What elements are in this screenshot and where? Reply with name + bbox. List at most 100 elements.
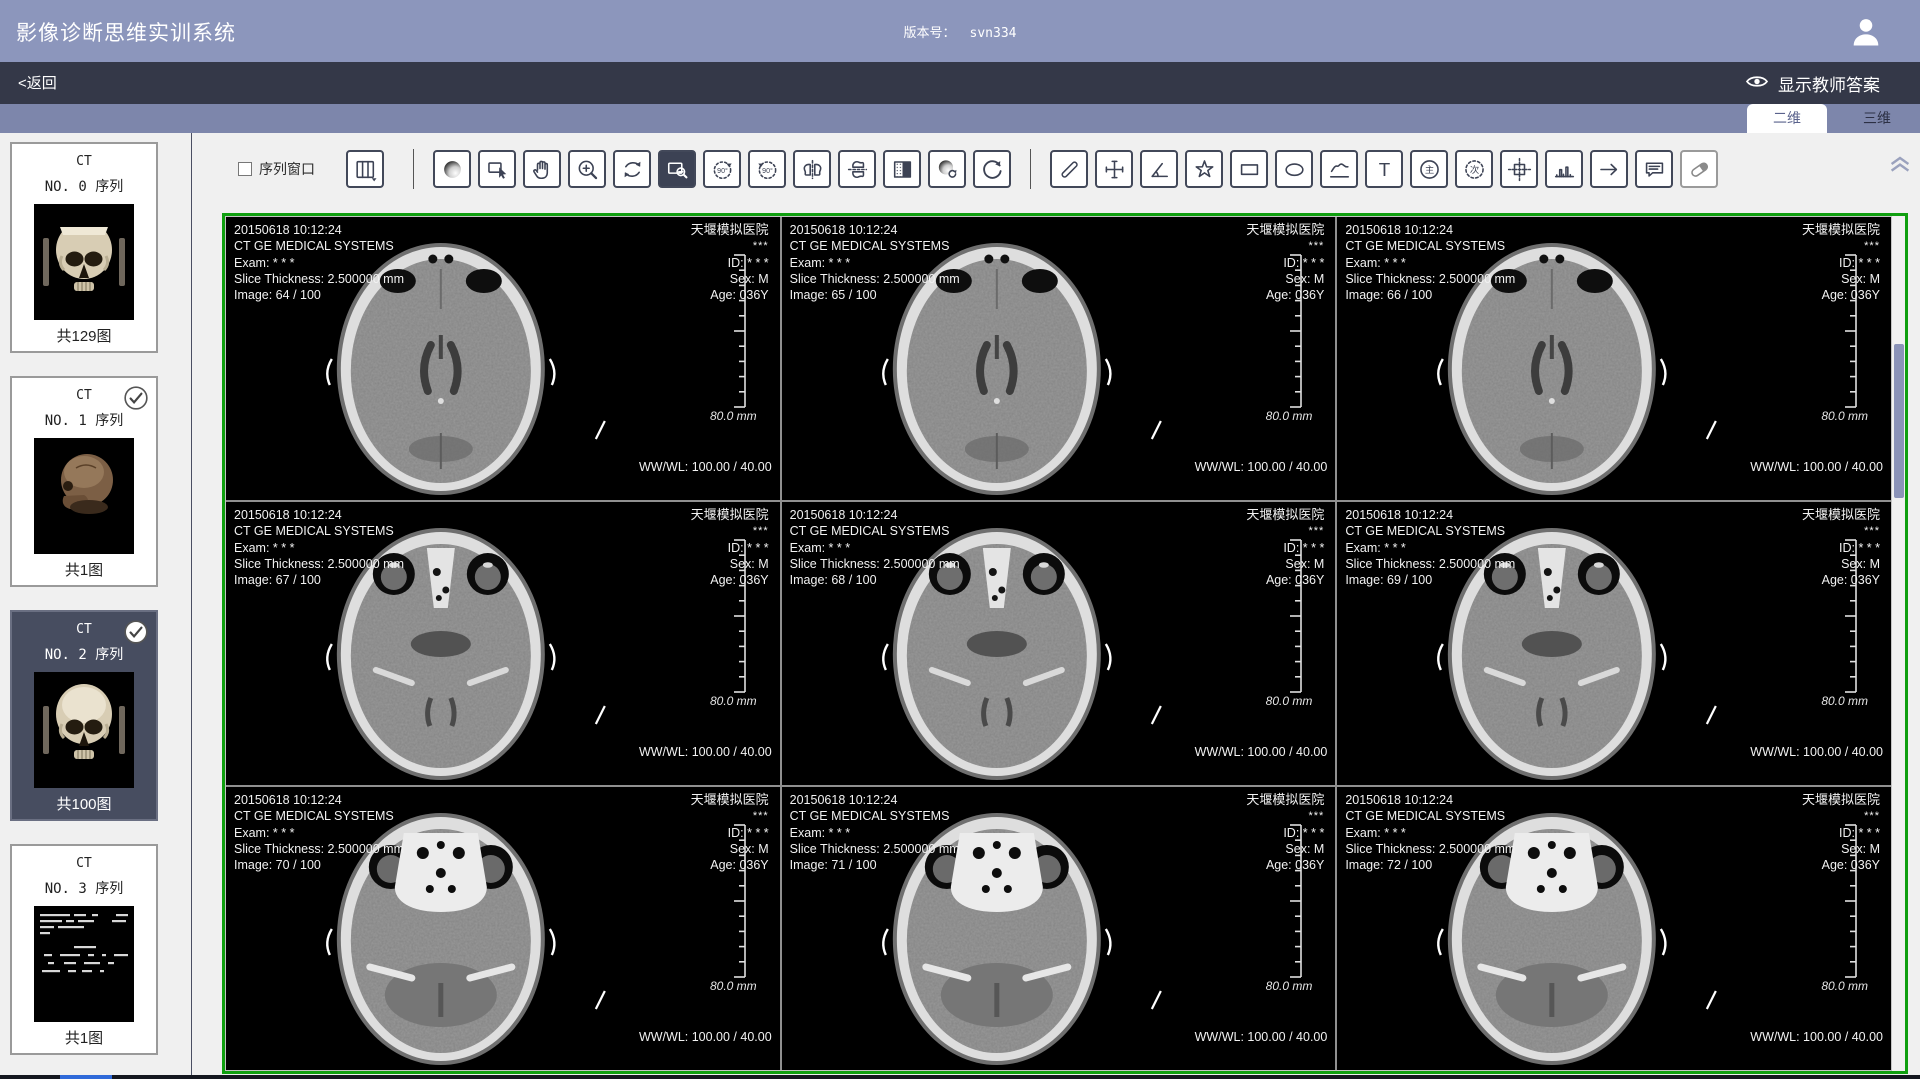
- overlay-id: ID: * * *: [1246, 255, 1324, 271]
- overlay-sex: Sex: M: [1802, 556, 1880, 572]
- overlay-image-number: Image: 65 / 100: [790, 287, 960, 303]
- tool-window-level-preset-button[interactable]: [928, 150, 966, 188]
- tool-crop-region-button[interactable]: [1500, 150, 1538, 188]
- overlay-device: CT GE MEDICAL SYSTEMS: [1345, 238, 1515, 254]
- overlay-age: Age: 036Y: [691, 857, 769, 873]
- scrollbar-thumb[interactable]: [1894, 344, 1904, 498]
- series-count: 共129图: [12, 325, 156, 346]
- tool-eraser-button[interactable]: [1680, 150, 1718, 188]
- overlay-id: ID: * * *: [1802, 825, 1880, 841]
- rect-roi-icon: [1237, 157, 1262, 182]
- angle-icon: [1147, 157, 1172, 182]
- tool-zoom-region-button[interactable]: [658, 150, 696, 188]
- zoom-region-icon: [665, 157, 690, 182]
- ellipse-roi-icon: [1282, 157, 1307, 182]
- tool-pan-button[interactable]: [523, 150, 561, 188]
- viewport-cell-4[interactable]: 20150618 10:12:24CT GE MEDICAL SYSTEMSEx…: [226, 502, 780, 785]
- overlay-left: 20150618 10:12:24CT GE MEDICAL SYSTEMSEx…: [790, 507, 960, 588]
- overlay-image-number: Image: 67 / 100: [234, 572, 404, 588]
- scale-label: 80.0 mm: [710, 694, 757, 708]
- tool-flip-horizontal-button[interactable]: [793, 150, 831, 188]
- tool-angle-button[interactable]: [1140, 150, 1178, 188]
- viewport-cell-6[interactable]: 20150618 10:12:24CT GE MEDICAL SYSTEMSEx…: [1337, 502, 1891, 785]
- overlay-left: 20150618 10:12:24CT GE MEDICAL SYSTEMSEx…: [234, 222, 404, 303]
- viewport-cell-5[interactable]: 20150618 10:12:24CT GE MEDICAL SYSTEMSEx…: [782, 502, 1336, 785]
- tool-star-button[interactable]: [1185, 150, 1223, 188]
- overlay-sex: Sex: M: [1246, 556, 1324, 572]
- tool-rotate-ccw-90-button[interactable]: 90°: [703, 150, 741, 188]
- overlay-left: 20150618 10:12:24CT GE MEDICAL SYSTEMSEx…: [1345, 507, 1515, 588]
- overlay-hospital: 天堰模拟医院: [691, 792, 769, 808]
- overlay-stars: ***: [1246, 808, 1324, 824]
- zoom-icon: [575, 157, 600, 182]
- crop-region-icon: [1507, 157, 1532, 182]
- overlay-id: ID: * * *: [1246, 540, 1324, 556]
- overlay-age: Age: 036Y: [1802, 287, 1880, 303]
- overlay-id: ID: * * *: [691, 825, 769, 841]
- tool-text-button[interactable]: T: [1365, 150, 1403, 188]
- overlay-sex: Sex: M: [691, 271, 769, 287]
- tool-select-button[interactable]: [478, 150, 516, 188]
- window-level-label: WW/WL: 100.00 / 40.00: [1750, 745, 1883, 759]
- overlay-right: 天堰模拟医院***ID: * * *Sex: MAge: 036Y: [1246, 792, 1324, 873]
- overlay-device: CT GE MEDICAL SYSTEMS: [790, 238, 960, 254]
- tool-rect-roi-button[interactable]: [1230, 150, 1268, 188]
- tool-layout-button[interactable]: [346, 150, 384, 188]
- viewport-cell-9[interactable]: 20150618 10:12:24CT GE MEDICAL SYSTEMSEx…: [1337, 787, 1891, 1070]
- tool-zoom-button[interactable]: [568, 150, 606, 188]
- tool-rotate-3d-button[interactable]: [613, 150, 651, 188]
- tool-comment-button[interactable]: [1635, 150, 1673, 188]
- viewport-cell-8[interactable]: 20150618 10:12:24CT GE MEDICAL SYSTEMSEx…: [782, 787, 1336, 1070]
- tool-flip-vertical-button[interactable]: [838, 150, 876, 188]
- overlay-datetime: 20150618 10:12:24: [234, 222, 404, 238]
- tool-ruler-button[interactable]: [1050, 150, 1088, 188]
- series-card-3[interactable]: CTNO. 3 序列共1图: [10, 844, 158, 1055]
- tool-histogram-button[interactable]: [1545, 150, 1583, 188]
- overlay-stars: ***: [1802, 238, 1880, 254]
- series-name: NO. 1 序列: [12, 410, 156, 430]
- overlay-right: 天堰模拟医院***ID: * * *Sex: MAge: 036Y: [691, 222, 769, 303]
- overlay-device: CT GE MEDICAL SYSTEMS: [234, 523, 404, 539]
- viewport-cell-3[interactable]: 20150618 10:12:24CT GE MEDICAL SYSTEMSEx…: [1337, 217, 1891, 500]
- tool-curve-button[interactable]: [1320, 150, 1358, 188]
- overlay-exam: Exam: * * *: [1345, 825, 1515, 841]
- overlay-left: 20150618 10:12:24CT GE MEDICAL SYSTEMSEx…: [790, 222, 960, 303]
- viewport-cell-7[interactable]: 20150618 10:12:24CT GE MEDICAL SYSTEMSEx…: [226, 787, 780, 1070]
- series-card-0[interactable]: CTNO. 0 序列共129图: [10, 142, 158, 353]
- tool-secondary-label-button[interactable]: 次: [1455, 150, 1493, 188]
- tab-2d[interactable]: 二维: [1747, 104, 1827, 133]
- back-button[interactable]: <返回: [18, 72, 57, 93]
- tool-arrow-button[interactable]: [1590, 150, 1628, 188]
- toolbar-separator: [1030, 149, 1031, 189]
- series-thumbnail: [34, 204, 134, 320]
- series-count: 共1图: [12, 559, 156, 580]
- overlay-device: CT GE MEDICAL SYSTEMS: [1345, 523, 1515, 539]
- overlay-datetime: 20150618 10:12:24: [1345, 222, 1515, 238]
- scale-label: 80.0 mm: [710, 979, 757, 993]
- series-card-2[interactable]: CTNO. 2 序列共100图: [10, 610, 158, 821]
- viewport-cell-1[interactable]: 20150618 10:12:24CT GE MEDICAL SYSTEMSEx…: [226, 217, 780, 500]
- overlay-stars: ***: [1802, 808, 1880, 824]
- tool-ellipse-roi-button[interactable]: [1275, 150, 1313, 188]
- overlay-datetime: 20150618 10:12:24: [790, 507, 960, 523]
- viewer-scrollbar[interactable]: [1892, 216, 1905, 1071]
- tool-window-level-button[interactable]: [433, 150, 471, 188]
- show-teacher-answer-button[interactable]: 显示教师答案: [1745, 71, 1880, 96]
- tool-invert-button[interactable]: [883, 150, 921, 188]
- user-icon[interactable]: [1848, 14, 1884, 50]
- overlay-hospital: 天堰模拟医院: [1802, 792, 1880, 808]
- tool-main-label-button[interactable]: 主: [1410, 150, 1448, 188]
- tool-rotate-cw-90-button[interactable]: 90°: [748, 150, 786, 188]
- overlay-image-number: Image: 72 / 100: [1345, 857, 1515, 873]
- overlay-hospital: 天堰模拟医院: [691, 222, 769, 238]
- tool-reset-button[interactable]: [973, 150, 1011, 188]
- tab-3d[interactable]: 三维: [1834, 104, 1920, 133]
- series-window-checkbox[interactable]: 序列窗口: [238, 159, 315, 179]
- series-card-1[interactable]: CTNO. 1 序列共1图: [10, 376, 158, 587]
- tool-cross-measure-button[interactable]: [1095, 150, 1133, 188]
- app-header: 影像诊断思维实训系统 版本号：svn334: [0, 0, 1920, 62]
- viewport-cell-2[interactable]: 20150618 10:12:24CT GE MEDICAL SYSTEMSEx…: [782, 217, 1336, 500]
- app-title: 影像诊断思维实训系统: [16, 17, 236, 47]
- series-name: NO. 3 序列: [12, 878, 156, 898]
- collapse-toolbar-button[interactable]: [1888, 155, 1912, 177]
